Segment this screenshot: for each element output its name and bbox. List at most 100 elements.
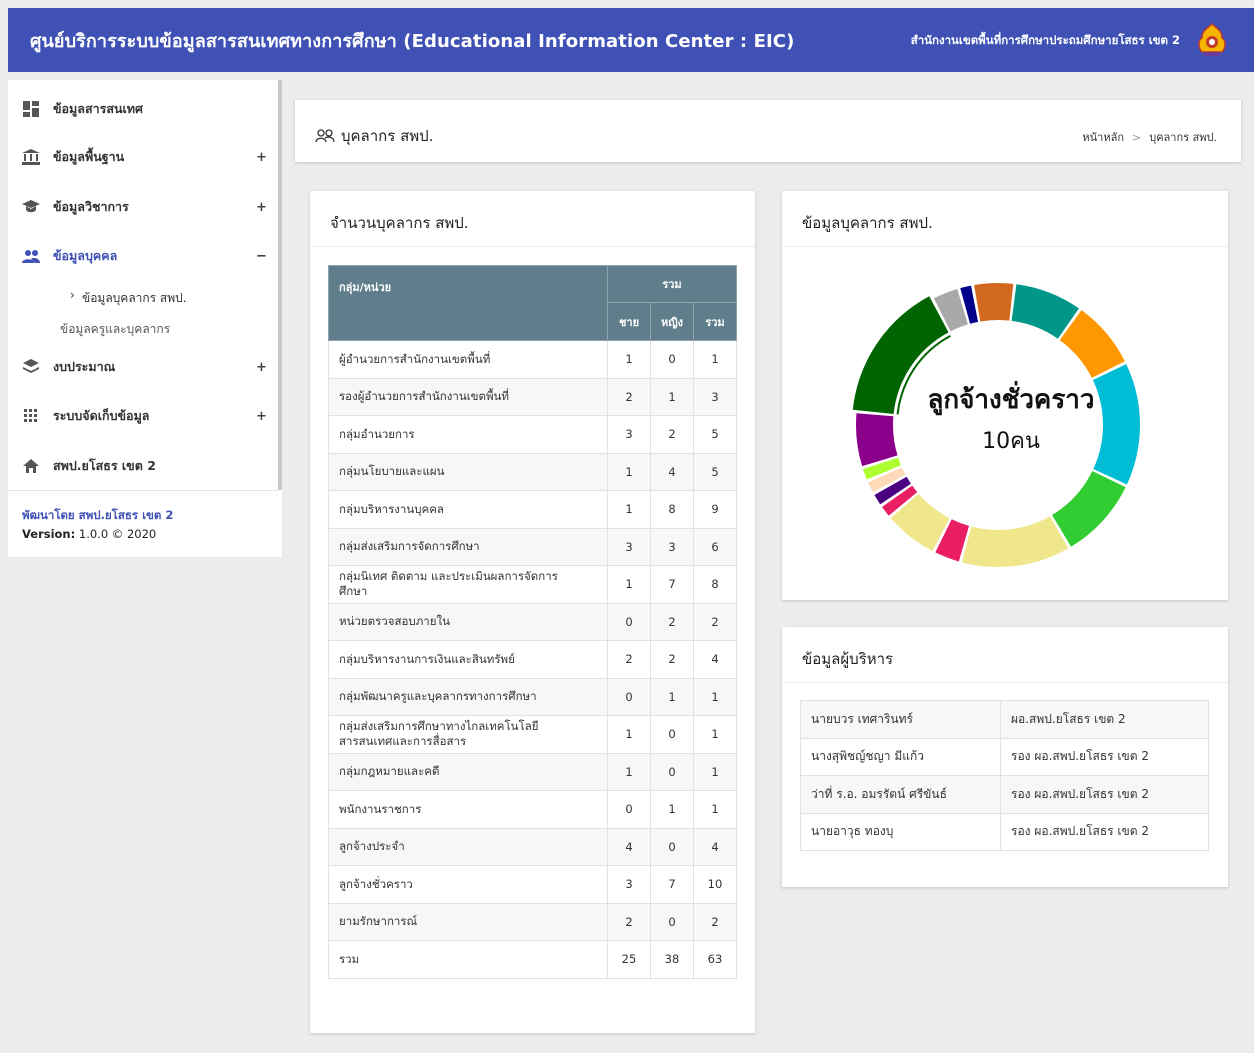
sidebar-item-budget[interactable]: งบประมาณ + xyxy=(8,352,278,382)
male-cell: 1 xyxy=(607,490,651,529)
donut-slice[interactable] xyxy=(961,516,1069,567)
column-header-total-group: รวม xyxy=(607,265,737,303)
sidebar-item-label: ระบบจัดเก็บข้อมูล xyxy=(53,408,150,423)
developer-credit: พัฒนาโดย สพป.ยโสธร เขต 2 xyxy=(22,508,174,522)
total-cell: 5 xyxy=(693,452,737,491)
column-header-male: ชาย xyxy=(607,302,651,341)
collapse-toggle[interactable]: − xyxy=(256,249,267,264)
male-cell: 4 xyxy=(607,827,651,866)
female-cell: 0 xyxy=(650,902,694,941)
staff-chart-card: ข้อมูลบุคลากร สพป. ลูกจ้างชั่วคราว 10คน xyxy=(782,191,1228,600)
table-row: นายบวร เทศารินทร์ ผอ.สพป.ยโสธร เขต 2 xyxy=(800,700,1209,739)
table-row: กลุ่มบริหารงานการเงินและสินทรัพย์ 2 2 4 xyxy=(328,640,737,679)
donut-slice[interactable] xyxy=(1092,364,1140,485)
group-cell: กลุ่มพัฒนาครูและบุคลากรทางการศึกษา xyxy=(328,677,608,716)
donut-slice[interactable] xyxy=(1052,471,1126,547)
expand-toggle[interactable]: + xyxy=(256,409,267,424)
sidebar-item-info[interactable]: ข้อมูลสารสนเทศ xyxy=(8,94,278,124)
table-row: กลุ่มกฎหมายและคดี 1 0 1 xyxy=(328,752,737,791)
female-cell: 1 xyxy=(650,377,694,416)
dashboard-icon xyxy=(22,100,40,118)
table-row: รวม 25 38 63 xyxy=(328,940,737,979)
total-cell: 4 xyxy=(693,827,737,866)
table-row: ยามรักษาการณ์ 2 0 2 xyxy=(328,902,737,941)
executive-position-cell: รอง ผอ.สพป.ยโสธร เขต 2 xyxy=(1000,812,1209,851)
group-cell: กลุ่มส่งเสริมการจัดการศึกษา xyxy=(328,527,608,566)
office-name: สำนักงานเขตพื้นที่การศึกษาประถมศึกษายโสธ… xyxy=(910,33,1180,47)
female-cell: 1 xyxy=(650,677,694,716)
group-cell: รวม xyxy=(328,940,608,979)
card-divider xyxy=(310,246,755,247)
column-header-female: หญิง xyxy=(650,302,694,341)
donut-center-value: 10คน xyxy=(982,429,1040,454)
sidebar-item-label: ข้อมูลวิชาการ xyxy=(53,199,129,214)
total-cell: 1 xyxy=(693,715,737,754)
total-cell: 5 xyxy=(693,415,737,454)
total-cell: 1 xyxy=(693,752,737,791)
female-cell: 8 xyxy=(650,490,694,529)
expand-toggle[interactable]: + xyxy=(256,200,267,215)
table-row: หน่วยตรวจสอบภายใน 0 2 2 xyxy=(328,602,737,641)
group-cell: พนักงานราชการ xyxy=(328,790,608,829)
female-cell: 7 xyxy=(650,565,694,604)
female-cell: 7 xyxy=(650,865,694,904)
expand-toggle[interactable]: + xyxy=(256,150,267,165)
sidebar-subitem-staff[interactable]: ข้อมูลบุคลากร สพป. xyxy=(82,289,187,308)
sidebar-item-personnel[interactable]: ข้อมูลบุคคล − xyxy=(8,241,278,271)
executive-name-cell: นายบวร เทศารินทร์ xyxy=(800,700,1001,739)
donut-slice[interactable] xyxy=(856,413,898,467)
grid-icon xyxy=(22,407,40,425)
card-title: ข้อมูลบุคลากร สพป. xyxy=(802,214,933,232)
group-cell: กลุ่มอำนวยการ xyxy=(328,415,608,454)
executive-name-cell: นายอาวุธ ทองบุ xyxy=(800,812,1001,851)
card-title: ข้อมูลผู้บริหาร xyxy=(802,650,894,668)
table-row: ลูกจ้างประจำ 4 0 4 xyxy=(328,827,737,866)
table-row: กลุ่มส่งเสริมการจัดการศึกษา 3 3 6 xyxy=(328,527,737,566)
male-cell: 1 xyxy=(607,340,651,379)
sidebar-item-label: สพป.ยโสธร เขต 2 xyxy=(53,458,156,473)
male-cell: 1 xyxy=(607,452,651,491)
sidebar-item-basic[interactable]: ข้อมูลพื้นฐาน + xyxy=(8,142,278,172)
office-logo-icon xyxy=(1198,22,1226,56)
female-cell: 0 xyxy=(650,715,694,754)
group-cell: กลุ่มส่งเสริมการศึกษาทางไกลเทคโนโลยีสารส… xyxy=(328,715,608,754)
breadcrumb-current: บุคลากร สพป. xyxy=(1149,131,1217,144)
total-cell: 1 xyxy=(693,677,737,716)
female-cell: 0 xyxy=(650,340,694,379)
male-cell: 0 xyxy=(607,602,651,641)
sidebar-item-storage[interactable]: ระบบจัดเก็บข้อมูล + xyxy=(8,401,278,431)
total-cell: 1 xyxy=(693,790,737,829)
female-cell: 0 xyxy=(650,752,694,791)
people-icon xyxy=(22,247,40,265)
female-cell: 1 xyxy=(650,790,694,829)
staff-count-card: จำนวนบุคลากร สพป. กลุ่ม/หน่วย รวม ชาย หญ… xyxy=(310,191,755,1033)
sidebar-item-label: งบประมาณ xyxy=(53,359,116,374)
sidebar-subitem-teachers[interactable]: ข้อมูลครูและบุคลากร xyxy=(60,320,170,339)
male-cell: 2 xyxy=(607,377,651,416)
sidebar-item-home[interactable]: สพป.ยโสธร เขต 2 xyxy=(8,451,278,481)
donut-slice[interactable] xyxy=(974,283,1014,322)
breadcrumb-home-link[interactable]: หน้าหลัก xyxy=(1082,131,1124,144)
group-cell: ลูกจ้างชั่วคราว xyxy=(328,865,608,904)
page-title: บุคลากร สพป. xyxy=(341,127,434,145)
total-cell: 4 xyxy=(693,640,737,679)
total-cell: 63 xyxy=(693,940,737,979)
sidebar-scrollbar[interactable] xyxy=(278,80,282,490)
male-cell: 25 xyxy=(607,940,651,979)
sidebar-item-academic[interactable]: ข้อมูลวิชาการ + xyxy=(8,192,278,222)
group-cell: กลุ่มนโยบายและแผน xyxy=(328,452,608,491)
male-cell: 3 xyxy=(607,415,651,454)
expand-toggle[interactable]: + xyxy=(256,360,267,375)
card-divider xyxy=(782,682,1228,683)
staff-donut-chart[interactable]: ลูกจ้างชั่วคราว 10คน xyxy=(782,247,1228,597)
female-cell: 4 xyxy=(650,452,694,491)
group-cell: กลุ่มบริหารงานบุคคล xyxy=(328,490,608,529)
column-header-sum: รวม xyxy=(693,302,737,341)
table-row: กลุ่มส่งเสริมการศึกษาทางไกลเทคโนโลยีสารส… xyxy=(328,715,737,754)
group-cell: ยามรักษาการณ์ xyxy=(328,902,608,941)
male-cell: 2 xyxy=(607,640,651,679)
male-cell: 2 xyxy=(607,902,651,941)
donut-center-label: ลูกจ้างชั่วคราว xyxy=(927,380,1094,416)
top-header: ศูนย์บริการระบบข้อมูลสารสนเทศทางการศึกษา… xyxy=(8,8,1254,72)
total-cell: 10 xyxy=(693,865,737,904)
